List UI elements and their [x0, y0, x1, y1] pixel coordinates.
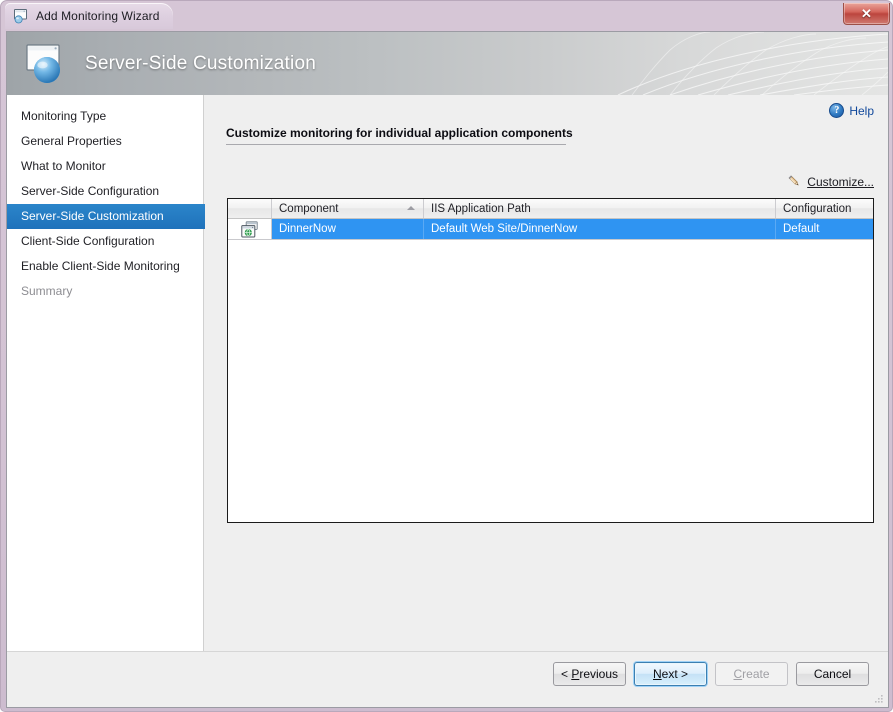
close-button[interactable]: ✕ — [843, 3, 890, 25]
help-link[interactable]: ? Help — [829, 103, 874, 118]
wizard-step-nav: Monitoring Type General Properties What … — [7, 95, 209, 652]
sidebar-item-label: What to Monitor — [21, 159, 106, 173]
sidebar-item-monitoring-type[interactable]: Monitoring Type — [7, 104, 203, 129]
title-tab: Add Monitoring Wizard — [5, 3, 174, 29]
close-icon: ✕ — [861, 5, 872, 21]
app-window-sphere-icon — [21, 40, 77, 88]
grid-column-header-iis-application-path[interactable]: IIS Application Path — [424, 199, 776, 218]
customize-link[interactable]: Customize... — [787, 174, 874, 189]
client-area: Server-Side Customization Monitoring Typ… — [6, 31, 889, 708]
title-bar: Add Monitoring Wizard ✕ — [1, 1, 892, 31]
wizard-window-icon — [13, 8, 29, 24]
page-title: Customize monitoring for individual appl… — [226, 126, 573, 145]
resize-grip[interactable] — [872, 692, 885, 705]
grid-column-label: Configuration — [783, 202, 852, 215]
sidebar-item-what-to-monitor[interactable]: What to Monitor — [7, 154, 203, 179]
row-icon-cell — [228, 219, 272, 239]
sidebar-item-label: Server-Side Customization — [21, 209, 164, 223]
help-question-icon: ? — [829, 103, 845, 118]
grid-column-header-component[interactable]: Component — [272, 199, 424, 218]
footer-bar: < Previous Next > Create Cancel — [7, 651, 888, 707]
next-button-label: Next > — [652, 667, 689, 681]
sidebar-item-label: Monitoring Type — [21, 109, 107, 123]
wizard-button-row: < Previous Next > Create Cancel — [553, 662, 869, 686]
web-application-icon — [240, 220, 259, 238]
sidebar-item-label: General Properties — [21, 134, 122, 148]
grid-column-label: IIS Application Path — [431, 202, 531, 215]
cancel-button[interactable]: Cancel — [796, 662, 869, 686]
grid-column-label: Component — [279, 202, 339, 215]
sidebar-item-label: Client-Side Configuration — [21, 234, 155, 248]
banner-title: Server-Side Customization — [85, 52, 316, 74]
sidebar-item-label: Server-Side Configuration — [21, 184, 160, 198]
pencil-icon — [787, 174, 802, 189]
cancel-button-label: Cancel — [813, 667, 852, 681]
banner-mesh-decoration — [617, 32, 888, 95]
create-button: Create — [715, 662, 788, 686]
previous-button-label: < Previous — [560, 667, 619, 681]
sidebar-item-enable-client-side-monitoring[interactable]: Enable Client-Side Monitoring — [7, 254, 203, 279]
customize-label: Customize... — [807, 174, 874, 189]
sort-ascending-icon — [407, 206, 415, 210]
row-cell-configuration: Default — [783, 223, 820, 235]
wizard-window: Add Monitoring Wizard ✕ Server-Side Cust… — [0, 0, 893, 712]
sidebar-item-server-side-customization[interactable]: Server-Side Customization — [7, 204, 209, 229]
sidebar-item-label: Summary — [21, 284, 73, 298]
grid-header-row: Component IIS Application Path Configura… — [228, 199, 873, 219]
sidebar-item-label: Enable Client-Side Monitoring — [21, 259, 180, 273]
grid-column-header-configuration[interactable]: Configuration — [776, 199, 873, 218]
grid-column-header-icon[interactable] — [228, 199, 272, 218]
help-label: Help — [849, 103, 874, 118]
row-cell-component: DinnerNow — [272, 219, 424, 239]
create-button-label: Create — [733, 667, 770, 681]
sidebar-item-client-side-configuration[interactable]: Client-Side Configuration — [7, 229, 203, 254]
sidebar-item-general-properties[interactable]: General Properties — [7, 129, 203, 154]
previous-button[interactable]: < Previous — [553, 662, 626, 686]
main-panel: ? Help Customize monitoring for individu… — [205, 95, 888, 652]
components-grid[interactable]: Component IIS Application Path Configura… — [227, 198, 874, 523]
next-button[interactable]: Next > — [634, 662, 707, 686]
row-cell-iis-application-path: Default Web Site/DinnerNow — [424, 219, 776, 239]
table-row[interactable]: DinnerNow Default Web Site/DinnerNow Def… — [228, 219, 873, 240]
page-banner: Server-Side Customization — [7, 32, 888, 95]
sidebar-item-summary: Summary — [7, 279, 203, 304]
sidebar-item-server-side-configuration[interactable]: Server-Side Configuration — [7, 179, 203, 204]
window-title: Add Monitoring Wizard — [36, 9, 160, 23]
